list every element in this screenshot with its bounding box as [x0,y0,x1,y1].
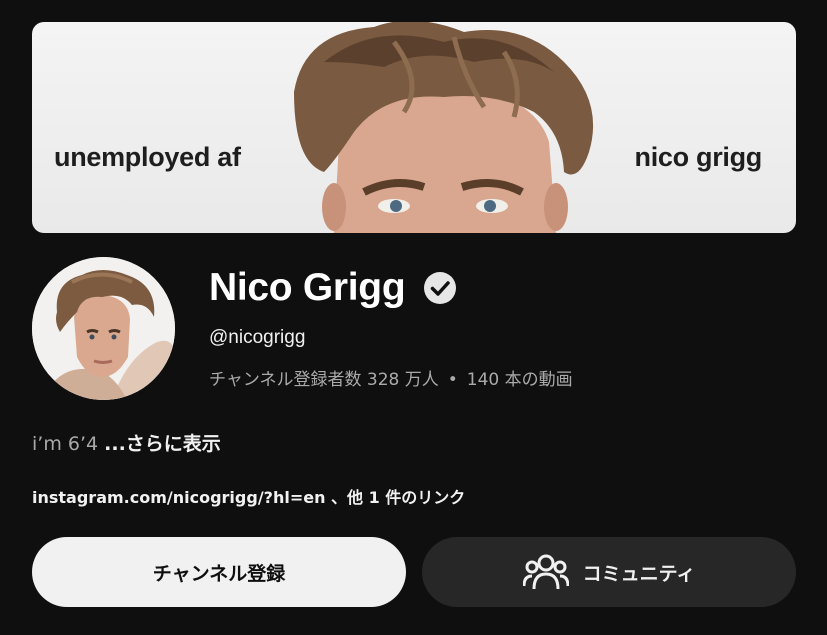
channel-description[interactable]: i’m 6’4 ...さらに表示 [32,429,221,456]
channel-name-text: Nico Grigg [209,266,406,309]
channel-header: unemployed af nico grigg Nico Grigg @nic… [0,0,827,635]
channel-title: Nico Grigg [209,266,457,310]
channel-avatar[interactable] [32,257,175,400]
banner-portrait-image [294,22,594,233]
description-text: i’m 6’4 [32,433,99,455]
verified-check-icon [424,272,457,304]
channel-stats: チャンネル登録者数 328 万人 • 140 本の動画 [209,365,573,390]
subscribe-button[interactable]: チャンネル登録 [32,537,406,607]
video-count: 140 本の動画 [466,370,573,390]
channel-links[interactable]: instagram.com/nicogrigg/?hl=en 、他 1 件のリン… [32,484,465,508]
community-button[interactable]: コミュニティ [422,537,796,607]
banner-right-text: nico grigg [634,142,763,172]
community-label: コミュニティ [582,562,696,585]
people-icon [522,554,569,590]
stats-separator: • [447,370,458,390]
show-more-link[interactable]: ...さらに表示 [104,433,221,455]
channel-handle: @nicogrigg [209,327,306,348]
channel-banner[interactable]: unemployed af nico grigg [32,22,796,233]
subscribe-label: チャンネル登録 [152,562,286,585]
banner-left-text: unemployed af [54,142,241,172]
avatar-portrait-image [32,257,175,400]
subscriber-count: チャンネル登録者数 328 万人 [209,370,439,390]
